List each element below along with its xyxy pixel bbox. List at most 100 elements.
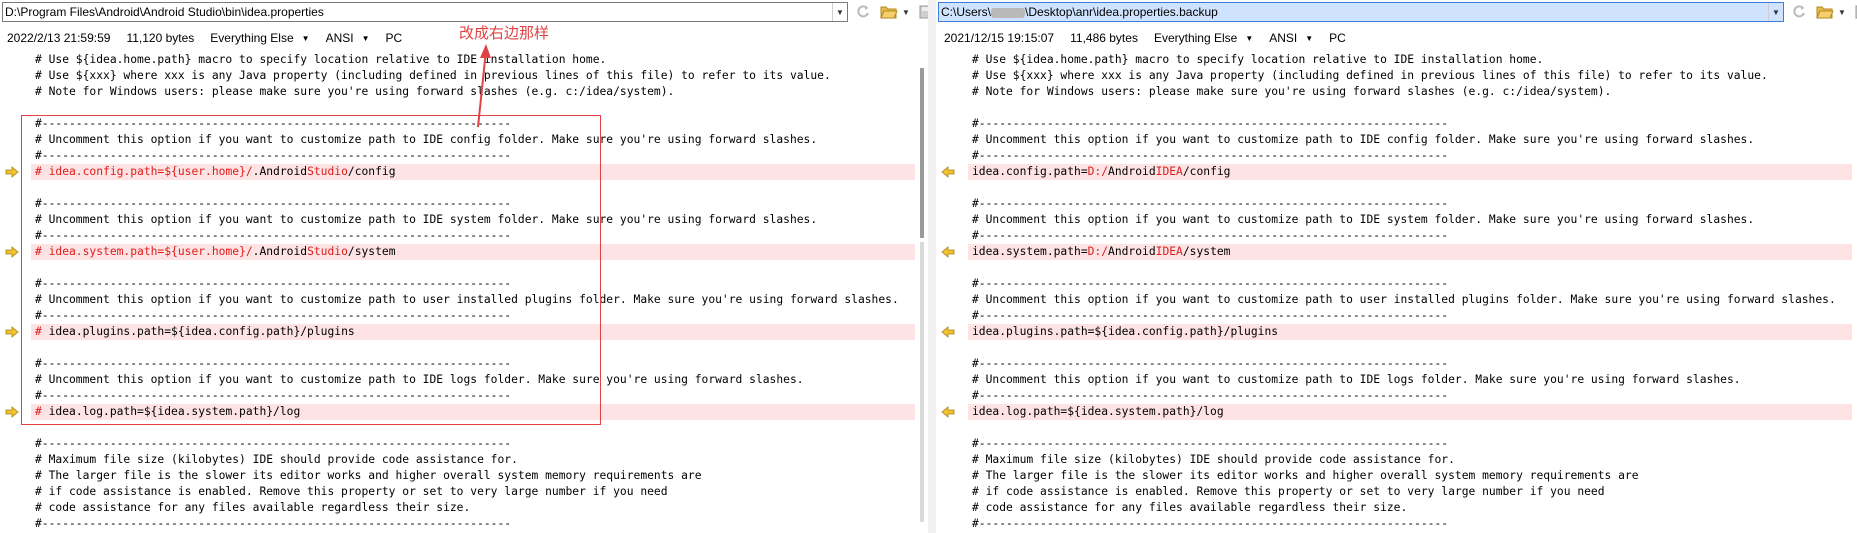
changed-text: Studio [307, 245, 348, 258]
code-line: #---------------------------------------… [35, 277, 512, 290]
code-text: idea.plugins.path=${idea.config.path}/pl… [48, 325, 355, 338]
code-line: #---------------------------------------… [35, 117, 512, 130]
code-line: # Uncomment this option if you want to c… [972, 293, 1836, 306]
code-text: /system [1182, 245, 1231, 258]
code-text: Android [1108, 165, 1156, 178]
changed-text: # idea.system.path= [35, 245, 165, 258]
redacted-username [991, 7, 1026, 18]
code-text: idea.system.path= [972, 245, 1088, 258]
open-folder-icon[interactable] [1814, 2, 1836, 22]
code-line: #---------------------------------------… [972, 197, 1449, 210]
code-text: /config [1182, 165, 1231, 178]
code-text: /config [347, 165, 396, 178]
code-text: /system [347, 245, 396, 258]
left-encoding-select[interactable]: ANSI ▼ [326, 31, 370, 45]
diff-line: # idea.log.path=${idea.system.path}/log [31, 404, 915, 420]
code-line: # Maximum file size (kilobytes) IDE shou… [35, 453, 518, 466]
chevron-down-icon: ▼ [1305, 33, 1314, 43]
code-line: # The larger file is the slower its edit… [35, 469, 702, 482]
code-line: #---------------------------------------… [35, 197, 512, 210]
diff-line: idea.log.path=${idea.system.path}/log [968, 404, 1852, 420]
right-code-view[interactable]: # Use ${idea.home.path} macro to specify… [936, 52, 1857, 533]
changed-text: IDEA [1155, 245, 1183, 258]
code-line: # Use ${xxx} where xxx is any Java prope… [972, 69, 1768, 82]
diff-arrow-right-icon[interactable] [5, 406, 19, 418]
left-file-pane: D:\Program Files\Android\Android Studio\… [0, 0, 928, 533]
code-text: .Android [252, 165, 308, 178]
left-scrollbar[interactable] [918, 52, 928, 533]
diff-arrow-left-icon[interactable] [941, 406, 955, 418]
code-line: #---------------------------------------… [35, 357, 512, 370]
diff-arrow-left-icon[interactable] [941, 246, 955, 258]
chevron-down-icon[interactable]: ▼ [1768, 3, 1783, 21]
code-text: idea.log.path=${idea.system.path}/log [972, 405, 1224, 418]
pane-splitter[interactable] [928, 0, 936, 533]
code-line: #---------------------------------------… [35, 229, 512, 242]
changed-text: D:/ [1087, 245, 1109, 258]
right-filter-select[interactable]: Everything Else ▼ [1154, 31, 1253, 45]
left-line-ending: PC [385, 31, 403, 45]
code-text: idea.plugins.path=${idea.config.path}/pl… [972, 325, 1279, 338]
changed-text: ${user.home}/ [164, 245, 253, 258]
right-info-bar: 2021/12/15 19:15:07 11,486 bytes Everyth… [944, 29, 1362, 47]
refresh-icon[interactable] [852, 2, 874, 22]
diff-arrow-left-icon[interactable] [941, 326, 955, 338]
left-path-text: D:\Program Files\Android\Android Studio\… [5, 5, 324, 19]
left-scroll-thumb[interactable] [920, 68, 924, 238]
code-line: #---------------------------------------… [35, 517, 512, 530]
save-icon[interactable] [1851, 2, 1857, 22]
diff-line: # idea.system.path=${user.home}/.Android… [31, 244, 915, 260]
code-text: idea.log.path=${idea.system.path}/log [48, 405, 301, 418]
code-line: #---------------------------------------… [972, 437, 1449, 450]
diff-arrow-right-icon[interactable] [5, 246, 19, 258]
code-line: #---------------------------------------… [35, 149, 512, 162]
right-line-ending: PC [1329, 31, 1346, 45]
code-line: # Uncomment this option if you want to c… [35, 213, 818, 226]
left-filter-select[interactable]: Everything Else ▼ [210, 31, 309, 45]
code-line: # Note for Windows users: please make su… [35, 85, 675, 98]
code-line: #---------------------------------------… [972, 277, 1449, 290]
code-line: #---------------------------------------… [972, 309, 1449, 322]
code-line: # Use ${idea.home.path} macro to specify… [972, 53, 1544, 66]
open-folder-icon[interactable] [878, 2, 900, 22]
diff-arrow-right-icon[interactable] [5, 326, 19, 338]
left-code-view[interactable]: # Use ${idea.home.path} macro to specify… [0, 52, 928, 533]
code-text: idea.config.path= [972, 165, 1088, 178]
code-line: #---------------------------------------… [972, 517, 1449, 530]
right-path-text: C:\Users\ \Desktop\anr\idea.properties.ba… [941, 5, 1218, 19]
chevron-down-icon: ▼ [301, 33, 310, 43]
left-date: 2022/2/13 21:59:59 [7, 31, 111, 45]
left-path-field[interactable]: D:\Program Files\Android\Android Studio\… [2, 2, 848, 22]
right-date: 2021/12/15 19:15:07 [944, 31, 1055, 45]
right-path-field[interactable]: C:\Users\ \Desktop\anr\idea.properties.ba… [938, 2, 1784, 22]
right-encoding-select[interactable]: ANSI ▼ [1269, 31, 1313, 45]
diff-line: # idea.config.path=${user.home}/.Android… [31, 164, 915, 180]
chevron-down-icon[interactable]: ▼ [901, 2, 911, 22]
changed-text: # idea.config.path= [35, 165, 165, 178]
changed-text: ${user.home}/ [164, 165, 253, 178]
save-icon[interactable] [915, 2, 928, 22]
code-text: .Android [252, 245, 308, 258]
code-line: #---------------------------------------… [35, 437, 512, 450]
code-line: #---------------------------------------… [972, 229, 1449, 242]
code-line: # if code assistance is enabled. Remove … [35, 485, 668, 498]
code-line: # Maximum file size (kilobytes) IDE shou… [972, 453, 1455, 466]
code-line: #---------------------------------------… [972, 117, 1449, 130]
diff-arrow-right-icon[interactable] [5, 166, 19, 178]
diff-line: idea.system.path=D:/AndroidIDEA/system [968, 244, 1852, 260]
chevron-down-icon[interactable]: ▼ [832, 3, 847, 21]
right-file-pane: C:\Users\ \Desktop\anr\idea.properties.ba… [936, 0, 1857, 533]
changed-text: Studio [307, 165, 348, 178]
diff-line: idea.config.path=D:/AndroidIDEA/config [968, 164, 1852, 180]
refresh-icon[interactable] [1788, 2, 1810, 22]
left-info-bar: 2022/2/13 21:59:59 11,120 bytes Everythi… [7, 29, 418, 47]
diff-arrow-left-icon[interactable] [941, 166, 955, 178]
code-line: #---------------------------------------… [35, 389, 512, 402]
chevron-down-icon[interactable]: ▼ [1837, 2, 1847, 22]
